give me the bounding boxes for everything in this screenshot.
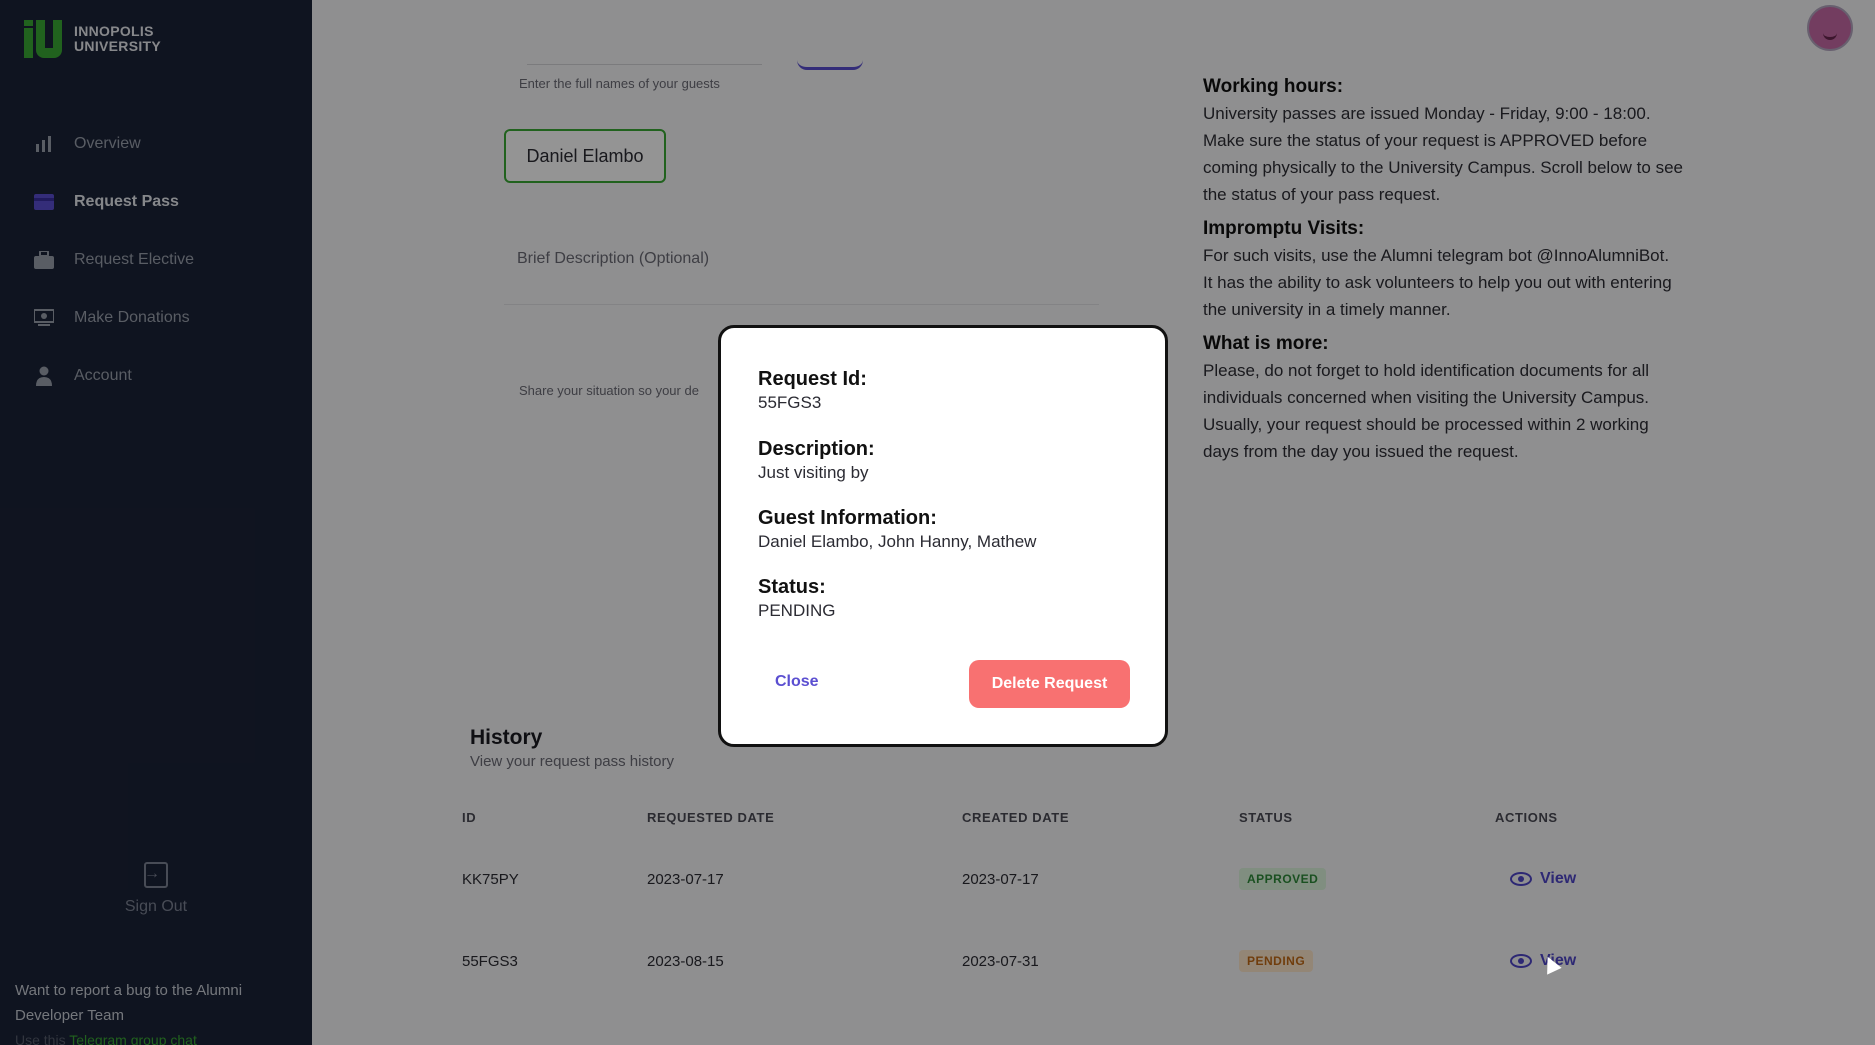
close-button[interactable]: Close <box>775 673 819 691</box>
guest-info-value: Daniel Elambo, John Hanny, Mathew <box>758 532 1037 551</box>
request-id-field: Request Id: 55FGS3 <box>758 366 867 414</box>
guest-info-field: Guest Information: Daniel Elambo, John H… <box>758 505 1036 553</box>
request-id-label: Request Id: <box>758 368 867 390</box>
description-field: Description: Just visiting by <box>758 436 875 484</box>
description-value: Just visiting by <box>758 463 869 482</box>
status-value: PENDING <box>758 601 836 620</box>
guest-info-label: Guest Information: <box>758 507 937 529</box>
delete-request-button[interactable]: Delete Request <box>969 660 1130 708</box>
request-id-value: 55FGS3 <box>758 393 822 412</box>
status-field: Status: PENDING <box>758 574 835 622</box>
description-field-label: Description: <box>758 438 875 460</box>
status-label: Status: <box>758 576 826 598</box>
request-details-modal: Request Id: 55FGS3 Description: Just vis… <box>718 325 1168 747</box>
